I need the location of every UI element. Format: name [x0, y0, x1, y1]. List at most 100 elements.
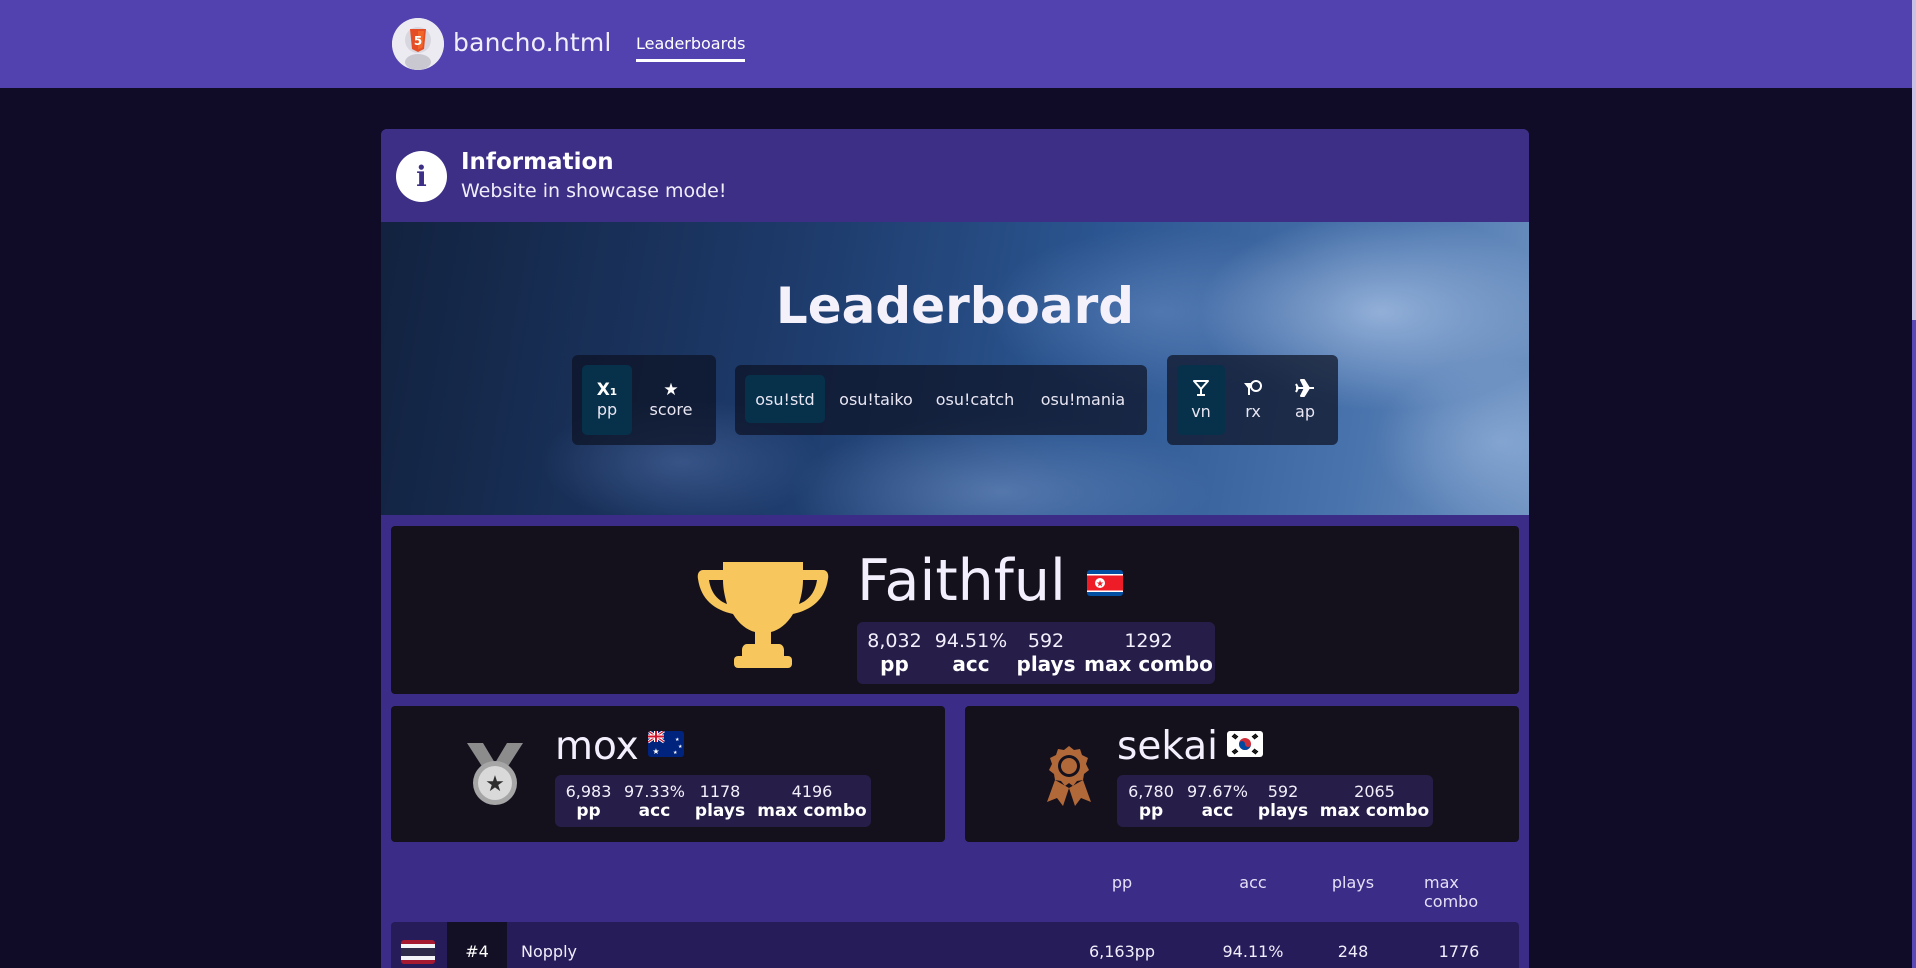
row-plays: 248	[1337, 942, 1369, 961]
stat-plays: 592 plays	[1250, 775, 1316, 827]
stat-label: acc	[1201, 800, 1234, 821]
flag-north-korea-icon: ★	[1087, 570, 1123, 596]
player-name[interactable]: Nopply	[521, 922, 577, 968]
podium-third-card[interactable]: sekai 6,780 pp 97.67% acc 592 plays 2065 max…	[965, 706, 1519, 842]
stat-pp: 8,032 pp	[857, 622, 932, 684]
stat-value: 97.67%	[1186, 781, 1248, 801]
third-username[interactable]: sekai	[1117, 724, 1218, 769]
info-icon: i	[396, 151, 447, 202]
star-icon: ★	[663, 380, 679, 400]
first-username[interactable]: Faithful	[857, 548, 1066, 614]
plane-icon	[1295, 378, 1315, 402]
stat-acc: 97.33% acc	[622, 775, 687, 827]
stat-plays: 592 plays	[1010, 622, 1082, 684]
scrollbar-thumb[interactable]	[1912, 0, 1916, 320]
stat-value: 8,032	[867, 630, 922, 652]
mod-rx-button[interactable]: rx	[1229, 365, 1277, 435]
stat-value: 2065	[1354, 781, 1395, 801]
second-username[interactable]: mox	[555, 724, 639, 769]
mods-selector: vn rx ap	[1167, 355, 1338, 445]
stat-label: plays	[1257, 800, 1309, 821]
stat-label: plays	[1016, 652, 1076, 676]
svg-text:★: ★	[678, 744, 683, 750]
mod-rx-label: rx	[1245, 401, 1261, 421]
column-header-pp[interactable]: pp	[1112, 873, 1132, 892]
brand-name[interactable]: bancho.html	[453, 28, 612, 57]
leaderboard-hero: Leaderboard X₁ pp ★ score osu!std osu!ta…	[381, 222, 1529, 515]
mod-vn-button[interactable]: vn	[1177, 365, 1225, 435]
sort-pp-button[interactable]: X₁ pp	[582, 365, 632, 435]
info-message: Website in showcase mode!	[461, 180, 727, 202]
stat-label: acc	[952, 652, 990, 676]
stat-max-combo: 2065 max combo	[1316, 775, 1433, 827]
mode-selector: osu!std osu!taiko osu!catch osu!mania	[735, 365, 1147, 435]
stat-label: plays	[694, 800, 746, 821]
row-acc: 94.11%	[1222, 942, 1284, 961]
sort-pp-label: pp	[596, 400, 618, 419]
cocktail-icon	[1192, 379, 1210, 402]
rank-cell: #4	[447, 922, 507, 968]
stat-label: pp	[1138, 800, 1164, 821]
sort-selector: X₁ pp ★ score	[572, 355, 716, 445]
podium-second-card[interactable]: ★ mox ★ ★ ★ ★ 6,983 pp 97.33% acc 1178 play…	[391, 706, 945, 842]
trophy-icon	[696, 552, 830, 676]
stat-label: acc	[638, 800, 671, 821]
row-pp: 6,163pp	[1088, 942, 1156, 961]
site-logo[interactable]: 5	[392, 18, 444, 70]
stat-label: max combo	[757, 800, 867, 821]
mode-osu-std[interactable]: osu!std	[745, 375, 825, 423]
stat-max-combo: 1292 max combo	[1082, 622, 1215, 684]
stat-pp: 6,780 pp	[1117, 775, 1185, 827]
stat-value: 592	[1267, 781, 1299, 801]
stat-value: 6,983	[565, 781, 612, 801]
flag-thailand-icon	[401, 940, 435, 964]
svg-text:5: 5	[414, 34, 422, 48]
stat-plays: 1178 plays	[687, 775, 753, 827]
scrollbar[interactable]	[1912, 0, 1916, 968]
stat-value: 592	[1027, 630, 1065, 652]
svg-text:★: ★	[652, 747, 659, 756]
stat-label: pp	[880, 652, 909, 676]
stat-acc: 94.51% acc	[932, 622, 1010, 684]
column-header-plays[interactable]: plays	[1332, 873, 1374, 892]
info-title: Information	[461, 149, 614, 175]
info-banner: i Information Website in showcase mode!	[381, 129, 1529, 222]
stat-value: 1178	[699, 781, 741, 801]
mod-ap-label: ap	[1295, 401, 1315, 421]
sort-score-button[interactable]: ★ score	[638, 365, 704, 435]
first-stats: 8,032 pp 94.51% acc 592 plays 1292 max combo	[857, 622, 1215, 684]
stat-acc: 97.67% acc	[1185, 775, 1250, 827]
flag-australia-icon: ★ ★ ★ ★	[648, 731, 684, 757]
silver-medal-icon: ★	[463, 741, 527, 811]
stat-value: 4196	[791, 781, 833, 801]
mod-ap-button[interactable]: ap	[1281, 365, 1329, 435]
whistle-icon	[1243, 379, 1263, 402]
row-max-combo: 1776	[1438, 942, 1480, 961]
third-stats: 6,780 pp 97.67% acc 592 plays 2065 max combo	[1117, 775, 1433, 827]
stat-value: 6,780	[1128, 781, 1174, 801]
mode-osu-catch[interactable]: osu!catch	[929, 375, 1021, 423]
mode-osu-mania[interactable]: osu!mania	[1029, 375, 1137, 423]
bronze-medal-icon	[1043, 744, 1095, 810]
nav-link-leaderboards[interactable]: Leaderboards	[636, 34, 746, 62]
mode-osu-taiko[interactable]: osu!taiko	[831, 375, 921, 423]
svg-text:★: ★	[673, 750, 678, 756]
table-row[interactable]: #4 Nopply 6,163pp 94.11% 248 1776	[391, 922, 1519, 968]
column-header-max-combo[interactable]: max combo	[1424, 873, 1494, 911]
stat-max-combo: 4196 max combo	[753, 775, 871, 827]
flag-south-korea-icon	[1227, 731, 1263, 757]
main-panel: i Information Website in showcase mode! …	[381, 129, 1529, 968]
stat-label: max combo	[1319, 800, 1430, 821]
sort-score-label: score	[649, 400, 693, 419]
navbar: 5 bancho.html Leaderboards	[0, 0, 1912, 88]
svg-text:★: ★	[1096, 580, 1104, 590]
leaderboard-title: Leaderboard	[775, 277, 1135, 335]
second-stats: 6,983 pp 97.33% acc 1178 plays 4196 max comb…	[555, 775, 871, 827]
stat-label: pp	[576, 800, 601, 821]
column-header-acc[interactable]: acc	[1239, 873, 1266, 892]
podium-first-card[interactable]: Faithful ★ 8,032 pp 94.51% acc 592 plays 12…	[391, 526, 1519, 694]
stat-value: 94.51%	[934, 630, 1008, 652]
stat-pp: 6,983 pp	[555, 775, 622, 827]
stat-value: 1292	[1124, 630, 1173, 652]
stat-label: max combo	[1084, 652, 1213, 676]
